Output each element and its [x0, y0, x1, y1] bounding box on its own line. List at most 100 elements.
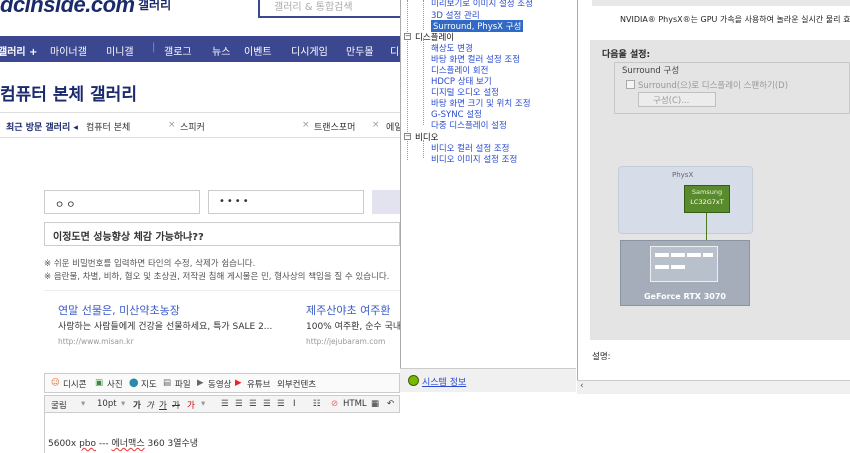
align-justify-icon[interactable]: ☰ — [263, 399, 271, 409]
display-port-icon — [671, 253, 685, 257]
font-color-button[interactable]: 가 — [187, 399, 195, 411]
photo-icon: ▣ — [95, 378, 104, 388]
description-label: 설명: — [592, 352, 611, 362]
bold-button[interactable]: 가 — [133, 399, 141, 411]
display-port-icon — [671, 265, 685, 269]
ad-url[interactable]: http://jejubaram.com — [306, 337, 385, 346]
attach-map[interactable]: 지도 — [141, 378, 157, 390]
editor-text-part: 5600x — [48, 439, 80, 449]
dccon-icon: ☺ — [51, 378, 60, 388]
chevron-down-icon[interactable]: ▾ — [201, 399, 205, 409]
ad-description[interactable]: 100% 여주환, 순수 국내 — [306, 319, 401, 332]
section-title: 다음을 설정: — [602, 50, 651, 60]
global-nav: 갤러리 + 마이너갤 미니갤 | 갤로그 뉴스 이벤트 디시게임 만두몰 디시 — [0, 36, 408, 62]
collapse-icon[interactable]: − — [404, 33, 411, 40]
undo-icon[interactable]: ↶ — [387, 399, 394, 409]
attach-photo[interactable]: 사진 — [107, 378, 123, 390]
monitor-name: Samsung — [691, 188, 723, 196]
search-placeholder: 갤러리 & 통합검색 — [274, 2, 353, 13]
site-logo[interactable]: dcinside.com — [0, 0, 135, 18]
indent-icon[interactable]: ☰ — [277, 399, 285, 409]
configure-button[interactable]: 구성(C)... — [638, 92, 716, 107]
divider — [44, 290, 400, 291]
physx-label: PhysX — [672, 171, 694, 179]
nav-item-gallog[interactable]: 갤로그 — [164, 43, 192, 58]
gallery-title[interactable]: 컴퓨터 본체 갤러리 — [0, 80, 137, 105]
close-icon[interactable]: × — [168, 120, 176, 130]
underline-button[interactable]: 가 — [159, 399, 167, 411]
list-icon[interactable]: ☷ — [313, 399, 321, 409]
tree-item-image-settings-preview[interactable]: 미리보기로 이미지 설정 조정 — [431, 0, 533, 9]
html-button[interactable]: HTML — [343, 399, 367, 409]
password-notice: ※ 쉬운 비밀번호를 입력하면 타인의 수정, 삭제가 쉽습니다. — [44, 259, 256, 269]
configure-button-label: 구성(C)... — [653, 96, 690, 106]
display-port-icon — [655, 253, 669, 257]
strikethrough-button[interactable]: 가 — [172, 399, 180, 411]
recent-gallery-label[interactable]: 최근 방문 갤러리 ◂ — [6, 120, 78, 133]
tree-item-video-image[interactable]: 비디오 이미지 설정 조정 — [431, 153, 517, 165]
font-family-select[interactable]: 굴림 — [51, 399, 67, 411]
name-field[interactable]: ㅇㅇ — [44, 190, 200, 214]
recent-gallery-item[interactable]: 트랜스포머 — [314, 120, 355, 133]
scroll-left-icon[interactable]: ‹ — [580, 381, 584, 391]
recent-gallery-item[interactable]: 스피커 — [180, 120, 205, 133]
gpu-ports-panel — [650, 246, 718, 282]
align-center-icon[interactable]: ☰ — [235, 399, 243, 409]
tree-item-multiple-displays[interactable]: 다중 디스플레이 설정 — [431, 119, 507, 131]
attach-file[interactable]: 파일 — [175, 378, 191, 390]
site-logo-sub[interactable]: 갤러리 — [138, 0, 171, 13]
ad-title[interactable]: 연말 선물은, 미산약초농장 — [58, 302, 180, 318]
align-left-icon[interactable]: ☰ — [221, 399, 229, 409]
surround-checkbox[interactable] — [626, 80, 635, 89]
nav-item-event[interactable]: 이벤트 — [244, 43, 272, 58]
hdmi-port-icon — [703, 253, 713, 257]
nav-item-minor-gallery[interactable]: 마이너갤 — [50, 43, 87, 58]
editor-content[interactable]: 5600x pbo --- 에너맥스 360 3열수냉 — [48, 436, 198, 449]
collapse-icon[interactable]: − — [404, 133, 411, 140]
editor-attach-bar: ☺ 디시콘 ▣ 사진 ⬤ 지도 ▤ 파일 ▶ 동영상 ▶ 유튜브 외부컨텐츠 — [44, 373, 400, 393]
line-height-icon[interactable]: Ⅰ — [293, 399, 296, 409]
close-icon[interactable]: × — [302, 120, 310, 130]
display-port-icon — [687, 253, 701, 257]
editor-text-part: 360 3열수냉 — [144, 439, 199, 449]
nav-item-mandu-mall[interactable]: 만두몰 — [346, 43, 374, 58]
search-input[interactable]: 갤러리 & 통합검색 — [258, 0, 408, 18]
align-right-icon[interactable]: ☰ — [249, 399, 257, 409]
nav-item-news[interactable]: 뉴스 — [212, 43, 230, 58]
link-icon[interactable]: ⊘ — [331, 399, 338, 409]
video-icon: ▶ — [197, 378, 204, 388]
recent-gallery-item[interactable]: 컴퓨터 본체 — [86, 120, 130, 133]
nav-item-mini-gallery[interactable]: 미니갤 — [106, 43, 134, 58]
nvidia-info-icon — [408, 375, 419, 386]
subject-field[interactable]: 이정도면 성능향상 체감 가능하냐?? — [44, 222, 400, 246]
attach-dccon[interactable]: 디시콘 — [63, 378, 86, 390]
display-port-icon — [655, 265, 669, 269]
subject-field-value: 이정도면 성능향상 체감 가능하냐?? — [53, 232, 204, 243]
attach-youtube[interactable]: 유튜브 — [247, 378, 270, 390]
italic-button[interactable]: 가 — [146, 399, 154, 411]
font-size-select[interactable]: 10pt — [97, 399, 117, 409]
chevron-down-icon[interactable]: ▾ — [121, 399, 125, 409]
attach-external-content[interactable]: 외부컨텐츠 — [277, 378, 316, 390]
attach-video[interactable]: 동영상 — [208, 378, 231, 390]
ad-title[interactable]: 제주산야초 여주환 — [306, 302, 390, 318]
chevron-down-icon[interactable]: ▾ — [81, 399, 85, 409]
table-icon[interactable]: ▦ — [371, 399, 379, 409]
nvidia-task-tree: 미리보기로 이미지 설정 조정 3D 설정 관리 Surround, PhysX… — [400, 0, 576, 368]
nav-item-gallery[interactable]: 갤러리 + — [0, 43, 37, 58]
surround-group-label: Surround 구성 — [620, 64, 682, 76]
horizontal-scrollbar[interactable]: ‹ — [577, 380, 850, 394]
system-info-link[interactable]: 시스템 정보 — [422, 375, 466, 388]
ad-url[interactable]: http://www.misan.kr — [58, 337, 134, 346]
editor-text-part: --- — [96, 439, 112, 449]
name-field-value: ㅇㅇ — [55, 200, 78, 211]
tree-guide-line — [423, 0, 424, 30]
nav-divider: | — [152, 42, 156, 53]
password-field[interactable]: •••• — [208, 190, 364, 214]
youtube-icon: ▶ — [235, 378, 242, 388]
close-icon[interactable]: × — [372, 120, 380, 130]
nav-item-dc-game[interactable]: 디시게임 — [291, 43, 328, 58]
ad-description[interactable]: 사랑하는 사람들에게 건강을 선물하세요, 특가 SALE 2... — [58, 319, 272, 332]
captcha-box[interactable] — [372, 190, 400, 214]
monitor-model: LC32G7xT — [690, 198, 724, 206]
